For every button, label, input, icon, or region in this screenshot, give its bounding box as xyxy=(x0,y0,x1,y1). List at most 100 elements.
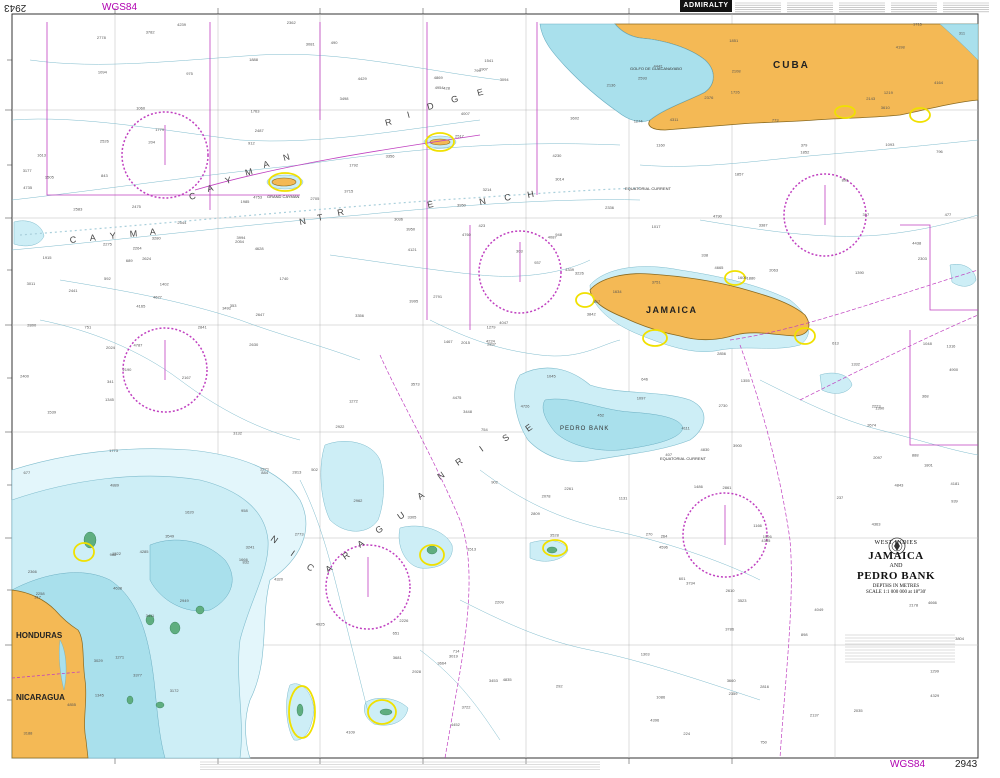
sounding: 4889 xyxy=(110,482,120,487)
label-golfo: GOLFO DE GUACANAYABO xyxy=(630,66,682,71)
admiralty-logo: ADMIRALTY xyxy=(680,0,732,12)
sounding: 2705 xyxy=(310,196,320,201)
sounding: 4855 xyxy=(67,702,77,707)
sounding: 2583 xyxy=(73,206,83,211)
sounding: 2928 xyxy=(412,669,422,674)
sounding: 2336 xyxy=(605,205,615,210)
sounding: 1486 xyxy=(694,484,704,489)
sounding: 2813 xyxy=(292,470,302,475)
sounding: 4198 xyxy=(896,45,906,50)
sounding: 490 xyxy=(331,40,338,45)
sounding: 2773 xyxy=(295,531,305,536)
sounding: 4760 xyxy=(462,232,472,237)
sounding: 2035 xyxy=(854,708,864,713)
sounding: 353 xyxy=(230,303,237,308)
sounding: 4900 xyxy=(949,367,959,372)
sounding: 1160 xyxy=(656,142,665,147)
title-line-3: PEDRO BANK xyxy=(856,570,936,582)
sounding: 3014 xyxy=(555,176,565,181)
sounding: 2962 xyxy=(354,498,364,503)
chart-map[interactable]: 754 2630 3029 3950 2593 958 1045 4855 4787 2841 10… xyxy=(0,0,1000,773)
sounding: 2861 xyxy=(723,485,733,490)
sounding: 1299 xyxy=(930,669,940,674)
sounding: 1880 xyxy=(747,275,757,280)
sounding: 2526 xyxy=(100,138,110,143)
sounding: 1274 xyxy=(634,119,644,124)
sounding: 4311 xyxy=(670,117,679,122)
sounding: 3751 xyxy=(652,279,662,284)
sounding: 237 xyxy=(837,495,844,500)
sounding: 2359 xyxy=(729,691,739,696)
sounding: 292 xyxy=(556,683,563,688)
sounding: 2362 xyxy=(287,20,297,25)
sounding: 423 xyxy=(479,223,486,228)
sounding: 204 xyxy=(148,140,155,145)
sounding: 2837 xyxy=(487,342,497,347)
sounding: 1045 xyxy=(547,374,557,379)
sounding: 1606 xyxy=(738,275,748,280)
sounding: 1541 xyxy=(484,58,494,63)
title-region: WEST INDIES xyxy=(874,540,918,546)
sounding: 317 xyxy=(863,212,870,217)
sounding: 1094 xyxy=(98,70,108,75)
sounding: 3094 xyxy=(500,77,510,82)
sounding: 3214 xyxy=(483,187,493,192)
sounding: 4735 xyxy=(23,185,33,190)
sounding: 773 xyxy=(772,117,779,122)
sounding: 4753 xyxy=(253,195,263,200)
sounding: 3377 xyxy=(133,673,143,678)
sounding: 1620 xyxy=(185,509,195,514)
sounding: 2674 xyxy=(867,422,877,427)
sounding: 1272 xyxy=(349,399,359,404)
sounding: 338 xyxy=(701,252,708,257)
sounding: 3528 xyxy=(550,533,560,538)
sounding: 2593 xyxy=(638,76,648,81)
sounding: 4285 xyxy=(140,549,150,554)
sounding: 1505 xyxy=(45,174,55,179)
sounding: 4665 xyxy=(715,265,725,270)
sounding: 1792 xyxy=(349,162,359,167)
sounding: 751 xyxy=(85,324,92,329)
sounding: 452 xyxy=(597,412,604,417)
sounding: 4596 xyxy=(659,544,669,549)
sounding: 2816 xyxy=(760,684,770,689)
sounding: 317 xyxy=(34,595,41,600)
sounding: 2841 xyxy=(198,324,208,329)
sounding: 3722 xyxy=(462,705,472,710)
sounding: 912 xyxy=(248,141,255,146)
sounding: 4181 xyxy=(951,481,961,486)
sounding: 4925 xyxy=(316,622,326,627)
sounding: 4329 xyxy=(930,693,940,698)
sounding: 4954 xyxy=(435,85,445,90)
nautical-chart: 754 2630 3029 3950 2593 958 1045 4855 4787 2841 10… xyxy=(0,0,1000,773)
sounding: 1166 xyxy=(753,523,762,528)
label-cuba: CUBA xyxy=(773,60,810,71)
label-equatorial-current-2: EQUATORIAL CURRENT xyxy=(660,456,706,461)
sounding: 1131 xyxy=(619,495,628,500)
sounding: 2097 xyxy=(873,455,883,460)
sounding: 1271 xyxy=(115,654,125,659)
sounding: 1985 xyxy=(241,199,251,204)
sounding: 4726 xyxy=(521,403,531,408)
sounding: 3226 xyxy=(575,271,585,276)
sounding: 3188 xyxy=(24,730,34,735)
sounding: 1086 xyxy=(656,695,666,700)
sounding: 884 xyxy=(261,470,268,475)
sounding: 3950 xyxy=(406,227,416,232)
sounding: 1539 xyxy=(47,410,57,415)
label-nicaragua: NICARAGUA xyxy=(16,693,65,702)
sounding: 3900 xyxy=(733,443,743,448)
sounding: 2275 xyxy=(103,242,113,247)
sounding: 4049 xyxy=(814,607,824,612)
sounding: 592 xyxy=(104,276,111,281)
sounding: 1666 xyxy=(239,557,249,562)
sounding: 4628 xyxy=(255,246,265,251)
sounding: 1332 xyxy=(851,362,861,367)
sounding: 3305 xyxy=(408,514,418,519)
sounding: 3995 xyxy=(409,298,419,303)
sounding: 3387 xyxy=(759,223,769,228)
sounding: 4835 xyxy=(503,677,513,682)
sounding: 3664 xyxy=(437,661,447,666)
sounding: 4230 xyxy=(553,153,563,158)
sounding: 1060 xyxy=(136,105,146,110)
